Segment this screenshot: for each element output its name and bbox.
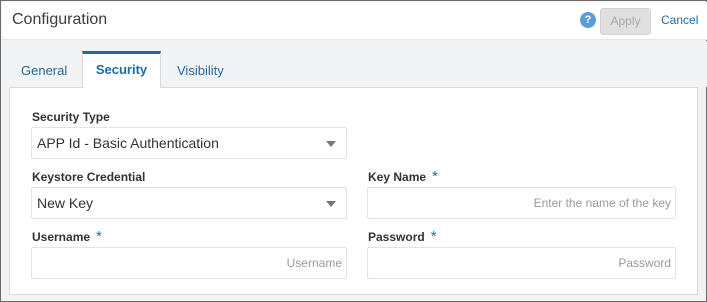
required-marker: * [430, 228, 437, 245]
chevron-down-icon [326, 201, 336, 207]
tab-general[interactable]: General [21, 63, 67, 78]
key-name-label: Key Name [368, 170, 427, 184]
apply-button[interactable]: Apply [600, 8, 651, 35]
password-label-group: Password * [368, 228, 437, 245]
security-type-label: Security Type [32, 110, 110, 124]
password-label: Password [368, 230, 425, 244]
dialog-header: Configuration ? Apply Cancel [2, 2, 707, 40]
key-name-label-group: Key Name * [368, 168, 438, 185]
dialog-title: Configuration [12, 11, 108, 28]
username-input[interactable] [31, 247, 347, 279]
keystore-credential-select[interactable]: New Key [31, 187, 347, 219]
keystore-credential-value: New Key [37, 195, 94, 211]
tab-visibility[interactable]: Visibility [177, 63, 224, 78]
configuration-dialog: Configuration ? Apply Cancel General Sec… [0, 0, 707, 302]
required-marker: * [96, 228, 102, 245]
password-input[interactable] [367, 247, 676, 279]
help-icon[interactable]: ? [580, 12, 596, 28]
username-label: Username [32, 230, 91, 244]
security-type-value: APP Id - Basic Authentication [37, 135, 219, 151]
keystore-credential-label: Keystore Credential [32, 170, 146, 184]
security-panel: Security Type APP Id - Basic Authenticat… [9, 87, 698, 295]
tab-bar: General Security Visibility [2, 41, 707, 88]
tab-security[interactable]: Security [82, 51, 161, 88]
security-type-select[interactable]: APP Id - Basic Authentication [31, 127, 347, 159]
required-marker: * [432, 168, 438, 185]
cancel-link[interactable]: Cancel [661, 13, 698, 27]
chevron-down-icon [326, 141, 336, 147]
key-name-input[interactable] [367, 187, 676, 219]
username-label-group: Username * [32, 228, 102, 245]
